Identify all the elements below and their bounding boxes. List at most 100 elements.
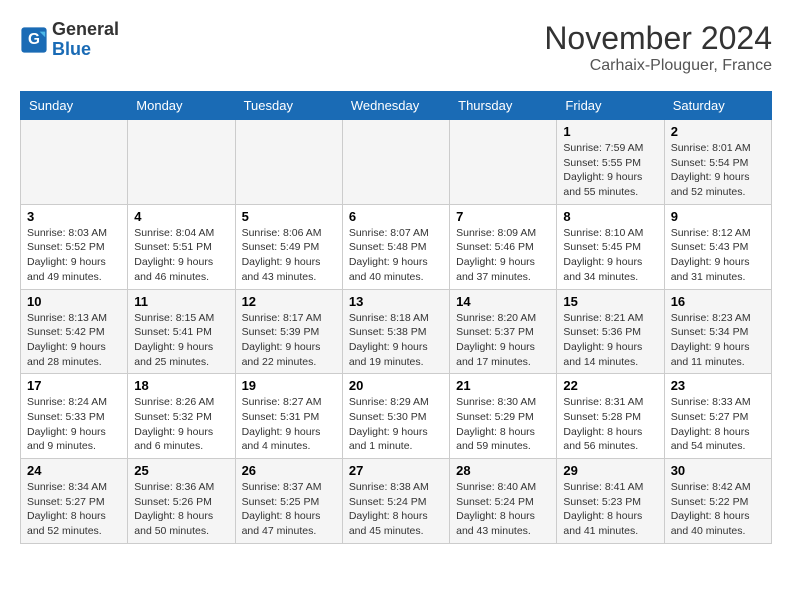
day-info: Sunrise: 8:37 AM Sunset: 5:25 PM Dayligh… (242, 480, 336, 539)
day-info: Sunrise: 8:10 AM Sunset: 5:45 PM Dayligh… (563, 226, 657, 285)
day-info: Sunrise: 8:41 AM Sunset: 5:23 PM Dayligh… (563, 480, 657, 539)
calendar-cell (235, 120, 342, 205)
day-info: Sunrise: 8:27 AM Sunset: 5:31 PM Dayligh… (242, 395, 336, 454)
day-number: 12 (242, 294, 336, 309)
calendar-cell: 5 Sunrise: 8:06 AM Sunset: 5:49 PM Daylig… (235, 204, 342, 289)
calendar-cell: 15 Sunrise: 8:21 AM Sunset: 5:36 PM Dayli… (557, 289, 664, 374)
day-number: 2 (671, 124, 765, 139)
day-number: 17 (27, 378, 121, 393)
day-number: 6 (349, 209, 443, 224)
calendar-cell (342, 120, 449, 205)
day-header-sunday: Sunday (21, 92, 128, 120)
calendar-cell: 1 Sunrise: 7:59 AM Sunset: 5:55 PM Daylig… (557, 120, 664, 205)
day-info: Sunrise: 8:31 AM Sunset: 5:28 PM Dayligh… (563, 395, 657, 454)
calendar-cell: 16Sunrise: 8:23 AM Sunset: 5:34 PM Dayli… (664, 289, 771, 374)
day-info: Sunrise: 8:23 AM Sunset: 5:34 PM Dayligh… (671, 311, 765, 370)
day-info: Sunrise: 8:40 AM Sunset: 5:24 PM Dayligh… (456, 480, 550, 539)
month-title: November 2024 (544, 20, 772, 57)
day-info: Sunrise: 8:12 AM Sunset: 5:43 PM Dayligh… (671, 226, 765, 285)
day-number: 15 (563, 294, 657, 309)
day-number: 23 (671, 378, 765, 393)
calendar-cell: 20Sunrise: 8:29 AM Sunset: 5:30 PM Dayli… (342, 374, 449, 459)
week-row-1: 3Sunrise: 8:03 AM Sunset: 5:52 PM Daylig… (21, 204, 772, 289)
calendar-cell: 6 Sunrise: 8:07 AM Sunset: 5:48 PM Daylig… (342, 204, 449, 289)
day-number: 11 (134, 294, 228, 309)
calendar-cell: 11 Sunrise: 8:15 AM Sunset: 5:41 PM Dayli… (128, 289, 235, 374)
day-info: Sunrise: 8:26 AM Sunset: 5:32 PM Dayligh… (134, 395, 228, 454)
day-number: 19 (242, 378, 336, 393)
day-info: Sunrise: 8:07 AM Sunset: 5:48 PM Dayligh… (349, 226, 443, 285)
day-info: Sunrise: 8:01 AM Sunset: 5:54 PM Dayligh… (671, 141, 765, 200)
day-number: 30 (671, 463, 765, 478)
day-info: Sunrise: 8:30 AM Sunset: 5:29 PM Dayligh… (456, 395, 550, 454)
calendar-cell: 27Sunrise: 8:38 AM Sunset: 5:24 PM Dayli… (342, 459, 449, 544)
calendar-cell: 4 Sunrise: 8:04 AM Sunset: 5:51 PM Daylig… (128, 204, 235, 289)
day-header-thursday: Thursday (450, 92, 557, 120)
day-number: 29 (563, 463, 657, 478)
logo: G GeneralBlue (20, 20, 119, 60)
day-number: 7 (456, 209, 550, 224)
calendar-cell: 21 Sunrise: 8:30 AM Sunset: 5:29 PM Dayli… (450, 374, 557, 459)
calendar-cell: 25 Sunrise: 8:36 AM Sunset: 5:26 PM Dayli… (128, 459, 235, 544)
day-info: Sunrise: 8:36 AM Sunset: 5:26 PM Dayligh… (134, 480, 228, 539)
day-number: 28 (456, 463, 550, 478)
day-number: 24 (27, 463, 121, 478)
day-number: 18 (134, 378, 228, 393)
calendar-cell: 10Sunrise: 8:13 AM Sunset: 5:42 PM Dayli… (21, 289, 128, 374)
svg-text:G: G (28, 31, 40, 48)
calendar-cell: 24 Sunrise: 8:34 AM Sunset: 5:27 PM Dayli… (21, 459, 128, 544)
week-row-3: 17 Sunrise: 8:24 AM Sunset: 5:33 PM Dayli… (21, 374, 772, 459)
day-info: Sunrise: 8:33 AM Sunset: 5:27 PM Dayligh… (671, 395, 765, 454)
day-number: 21 (456, 378, 550, 393)
day-info: Sunrise: 8:13 AM Sunset: 5:42 PM Dayligh… (27, 311, 121, 370)
day-number: 20 (349, 378, 443, 393)
day-number: 8 (563, 209, 657, 224)
day-number: 26 (242, 463, 336, 478)
week-row-0: 1 Sunrise: 7:59 AM Sunset: 5:55 PM Daylig… (21, 120, 772, 205)
calendar-cell: 12 Sunrise: 8:17 AM Sunset: 5:39 PM Dayli… (235, 289, 342, 374)
day-header-tuesday: Tuesday (235, 92, 342, 120)
day-header-monday: Monday (128, 92, 235, 120)
day-info: Sunrise: 8:04 AM Sunset: 5:51 PM Dayligh… (134, 226, 228, 285)
calendar-cell (128, 120, 235, 205)
calendar-cell: 18 Sunrise: 8:26 AM Sunset: 5:32 PM Dayli… (128, 374, 235, 459)
calendar-cell: 9 Sunrise: 8:12 AM Sunset: 5:43 PM Daylig… (664, 204, 771, 289)
day-info: Sunrise: 8:24 AM Sunset: 5:33 PM Dayligh… (27, 395, 121, 454)
week-row-4: 24 Sunrise: 8:34 AM Sunset: 5:27 PM Dayli… (21, 459, 772, 544)
calendar-cell: 17 Sunrise: 8:24 AM Sunset: 5:33 PM Dayli… (21, 374, 128, 459)
title-area: November 2024 Carhaix-Plouguer, France (544, 20, 772, 75)
day-info: Sunrise: 8:38 AM Sunset: 5:24 PM Dayligh… (349, 480, 443, 539)
day-number: 5 (242, 209, 336, 224)
calendar-cell (21, 120, 128, 205)
day-number: 4 (134, 209, 228, 224)
week-row-2: 10Sunrise: 8:13 AM Sunset: 5:42 PM Dayli… (21, 289, 772, 374)
calendar-header-row: SundayMondayTuesdayWednesdayThursdayFrid… (21, 92, 772, 120)
day-info: Sunrise: 7:59 AM Sunset: 5:55 PM Dayligh… (563, 141, 657, 200)
calendar-cell: 23 Sunrise: 8:33 AM Sunset: 5:27 PM Dayli… (664, 374, 771, 459)
day-info: Sunrise: 8:34 AM Sunset: 5:27 PM Dayligh… (27, 480, 121, 539)
day-number: 25 (134, 463, 228, 478)
day-number: 14 (456, 294, 550, 309)
day-header-wednesday: Wednesday (342, 92, 449, 120)
day-info: Sunrise: 8:17 AM Sunset: 5:39 PM Dayligh… (242, 311, 336, 370)
subtitle: Carhaix-Plouguer, France (544, 57, 772, 75)
calendar-body: 1 Sunrise: 7:59 AM Sunset: 5:55 PM Daylig… (21, 120, 772, 544)
day-number: 1 (563, 124, 657, 139)
day-info: Sunrise: 8:18 AM Sunset: 5:38 PM Dayligh… (349, 311, 443, 370)
day-header-friday: Friday (557, 92, 664, 120)
calendar-cell: 26 Sunrise: 8:37 AM Sunset: 5:25 PM Dayli… (235, 459, 342, 544)
day-info: Sunrise: 8:21 AM Sunset: 5:36 PM Dayligh… (563, 311, 657, 370)
logo-icon: G (20, 26, 48, 54)
calendar-cell: 13Sunrise: 8:18 AM Sunset: 5:38 PM Dayli… (342, 289, 449, 374)
calendar-cell: 29 Sunrise: 8:41 AM Sunset: 5:23 PM Dayli… (557, 459, 664, 544)
day-header-saturday: Saturday (664, 92, 771, 120)
calendar-cell: 30Sunrise: 8:42 AM Sunset: 5:22 PM Dayli… (664, 459, 771, 544)
day-info: Sunrise: 8:06 AM Sunset: 5:49 PM Dayligh… (242, 226, 336, 285)
calendar-cell: 14Sunrise: 8:20 AM Sunset: 5:37 PM Dayli… (450, 289, 557, 374)
calendar-cell: 7Sunrise: 8:09 AM Sunset: 5:46 PM Daylig… (450, 204, 557, 289)
day-number: 22 (563, 378, 657, 393)
day-info: Sunrise: 8:15 AM Sunset: 5:41 PM Dayligh… (134, 311, 228, 370)
day-number: 9 (671, 209, 765, 224)
day-number: 3 (27, 209, 121, 224)
calendar-cell (450, 120, 557, 205)
